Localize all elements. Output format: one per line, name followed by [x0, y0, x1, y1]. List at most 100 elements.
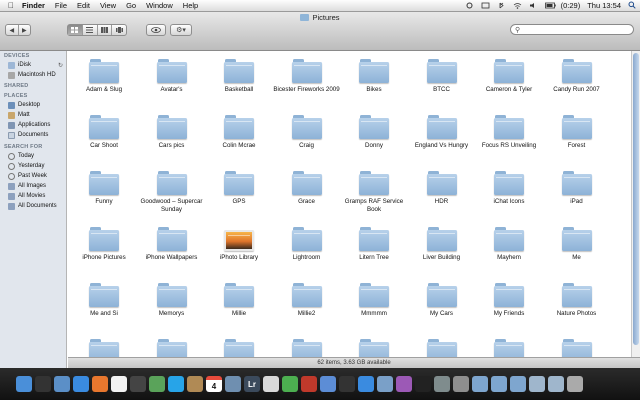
- folder-item[interactable]: Donny: [340, 115, 408, 150]
- vertical-scrollbar[interactable]: [631, 51, 640, 357]
- chrome-icon[interactable]: [282, 376, 298, 392]
- folder-item[interactable]: Cars pics: [138, 115, 206, 150]
- folder-item[interactable]: Lightroom: [273, 227, 341, 262]
- folder-item[interactable]: Adam & Slug: [70, 59, 138, 94]
- folder-item[interactable]: My Friends: [475, 283, 543, 318]
- folder-item[interactable]: Litern Tree: [340, 227, 408, 262]
- folder-item[interactable]: HDR: [408, 171, 476, 206]
- photo-booth-icon[interactable]: [301, 376, 317, 392]
- folder-item[interactable]: Millie2: [273, 283, 341, 318]
- applications-folder-icon[interactable]: [472, 376, 488, 392]
- folder-item[interactable]: [205, 339, 273, 357]
- finder-icon[interactable]: [16, 376, 32, 392]
- folder-item[interactable]: Bicester Fireworks 2009: [273, 59, 341, 94]
- folder-item[interactable]: Bikes: [340, 59, 408, 94]
- folder-item[interactable]: Craig: [273, 115, 341, 150]
- dashboard-icon[interactable]: [35, 376, 51, 392]
- spotlight-icon[interactable]: [628, 1, 636, 11]
- imovie-icon[interactable]: [396, 376, 412, 392]
- folder-item[interactable]: Avatar's: [138, 59, 206, 94]
- folder-item[interactable]: iChat Icons: [475, 171, 543, 206]
- folder-item[interactable]: Grace: [273, 171, 341, 206]
- sidebar-item-past-week[interactable]: Past Week: [0, 171, 66, 181]
- documents-folder-icon[interactable]: [491, 376, 507, 392]
- firefox-icon[interactable]: [92, 376, 108, 392]
- preview-icon[interactable]: [225, 376, 241, 392]
- folder-item[interactable]: Basketball: [205, 59, 273, 94]
- folder-item[interactable]: Me and Si: [70, 283, 138, 318]
- app-store-icon[interactable]: [358, 376, 374, 392]
- folder-item[interactable]: My Cars: [408, 283, 476, 318]
- sidebar-item-applications[interactable]: Applications: [0, 120, 66, 130]
- folder-item[interactable]: BTCC: [408, 59, 476, 94]
- folder-item[interactable]: Millie: [205, 283, 273, 318]
- trash-icon[interactable]: [567, 376, 583, 392]
- time-machine-icon[interactable]: [481, 2, 490, 9]
- dvd-player-icon[interactable]: [339, 376, 355, 392]
- forward-button[interactable]: ▶: [19, 25, 31, 35]
- folder-item[interactable]: [340, 339, 408, 357]
- folder-item[interactable]: England Vs Hungry: [408, 115, 476, 150]
- sidebar-item-macintosh-hd[interactable]: Macintosh HD: [0, 70, 66, 80]
- folder-item[interactable]: Nature Photos: [543, 283, 611, 318]
- folder-item[interactable]: Gramps RAF Service Book: [340, 171, 408, 214]
- sync-icon[interactable]: [465, 2, 474, 9]
- folder-item[interactable]: [70, 339, 138, 357]
- list-view-button[interactable]: [83, 25, 98, 35]
- folder-item[interactable]: Car Shoot: [70, 115, 138, 150]
- sidebar-item-all-images[interactable]: All Images: [0, 181, 66, 191]
- column-view-button[interactable]: [98, 25, 113, 35]
- cover-flow-button[interactable]: [112, 25, 126, 35]
- volume-icon[interactable]: [529, 2, 538, 9]
- apple-menu-icon[interactable]: : [4, 1, 18, 10]
- sync-icon[interactable]: ↻: [58, 62, 63, 69]
- folder-item[interactable]: [138, 339, 206, 357]
- google-icon[interactable]: [111, 376, 127, 392]
- folder-item[interactable]: GPS: [205, 171, 273, 206]
- folder-item[interactable]: Funny: [70, 171, 138, 206]
- icon-view-button[interactable]: [68, 25, 83, 35]
- folder-item[interactable]: iPhoto Library: [205, 227, 273, 262]
- folder-item[interactable]: iPad: [543, 171, 611, 206]
- folder-item[interactable]: Me: [543, 227, 611, 262]
- folder-item[interactable]: [475, 339, 543, 357]
- sidebar-item-matt[interactable]: Matt: [0, 110, 66, 120]
- search-field[interactable]: ⚲: [510, 24, 634, 35]
- folder-item[interactable]: Liver Building: [408, 227, 476, 262]
- mail-icon[interactable]: [54, 376, 70, 392]
- stack-icon[interactable]: [548, 376, 564, 392]
- stack-icon[interactable]: [529, 376, 545, 392]
- menu-window[interactable]: Window: [146, 1, 173, 10]
- photos-icon[interactable]: [263, 376, 279, 392]
- address-book-icon[interactable]: [187, 376, 203, 392]
- folder-item[interactable]: Focus RS Unveiling: [475, 115, 543, 150]
- wifi-icon[interactable]: [513, 2, 522, 9]
- downloads-folder-icon[interactable]: [510, 376, 526, 392]
- menu-view[interactable]: View: [100, 1, 116, 10]
- folder-item[interactable]: Colin Mcrae: [205, 115, 273, 150]
- spotify-icon[interactable]: [149, 376, 165, 392]
- sidebar-item-yesterday[interactable]: Yesterday: [0, 161, 66, 171]
- sidebar-item-idisk[interactable]: iDisk ↻: [0, 60, 66, 70]
- folder-item[interactable]: Forest: [543, 115, 611, 150]
- folder-item[interactable]: [543, 339, 611, 357]
- terminal-icon[interactable]: [415, 376, 431, 392]
- sidebar-item-all-documents[interactable]: All Documents: [0, 201, 66, 211]
- folder-item[interactable]: Memorys: [138, 283, 206, 318]
- system-preferences-icon[interactable]: [453, 376, 469, 392]
- iphoto-icon[interactable]: [377, 376, 393, 392]
- skype-icon[interactable]: [168, 376, 184, 392]
- activity-monitor-icon[interactable]: [434, 376, 450, 392]
- sidebar-item-today[interactable]: Today: [0, 151, 66, 161]
- bluetooth-icon[interactable]: [497, 2, 506, 9]
- sidebar-item-documents[interactable]: Documents: [0, 130, 66, 140]
- menu-file[interactable]: File: [55, 1, 67, 10]
- sidebar-item-desktop[interactable]: Desktop: [0, 100, 66, 110]
- webcam-icon[interactable]: [130, 376, 146, 392]
- lightroom-icon[interactable]: Lr: [244, 376, 260, 392]
- folder-item[interactable]: Goodwood – Supercar Sunday: [138, 171, 206, 214]
- folder-item[interactable]: [273, 339, 341, 357]
- clock[interactable]: Thu 13:54: [587, 1, 621, 10]
- folder-item[interactable]: Candy Run 2007: [543, 59, 611, 94]
- safari-icon[interactable]: [73, 376, 89, 392]
